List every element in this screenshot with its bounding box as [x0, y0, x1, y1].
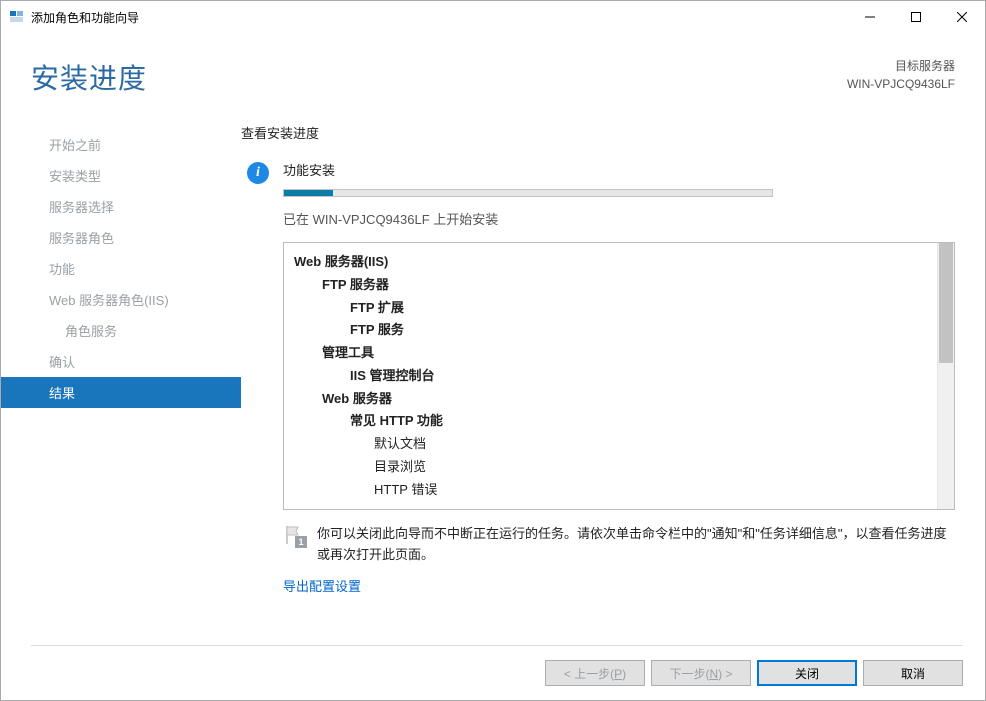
feature-item: Web 服务器	[294, 388, 944, 411]
page-title: 安装进度	[31, 57, 147, 97]
install-label: 功能安装	[283, 160, 955, 179]
feature-item: FTP 服务器	[294, 274, 944, 297]
info-icon: i	[247, 162, 269, 184]
scrollbar[interactable]	[937, 243, 954, 509]
sidebar-item-6[interactable]: 角色服务	[1, 315, 241, 346]
progress-bar	[283, 189, 773, 197]
page-header: 安装进度 目标服务器 WIN-VPJCQ9436LF	[1, 33, 985, 97]
sidebar-item-4[interactable]: 功能	[1, 253, 241, 284]
feature-item: 管理工具	[294, 342, 944, 365]
prev-label: < 上一步(P)	[564, 667, 626, 681]
feature-item: IIS 管理控制台	[294, 365, 944, 388]
sidebar-item-8: 结果	[1, 377, 241, 408]
hint-row: 1 你可以关闭此向导而不中断正在运行的任务。请依次单击命令栏中的"通知"和"任务…	[283, 524, 955, 566]
wizard-footer: < 上一步(P) 下一步(N) > 关闭 取消	[545, 660, 963, 686]
footer-separator	[31, 645, 963, 646]
section-title: 查看安装进度	[241, 123, 955, 142]
close-wizard-button[interactable]: 关闭	[757, 660, 857, 686]
app-icon	[9, 9, 25, 25]
prev-button: < 上一步(P)	[545, 660, 645, 686]
sidebar-item-7[interactable]: 确认	[1, 346, 241, 377]
feature-tree-box: Web 服务器(IIS)FTP 服务器FTP 扩展FTP 服务管理工具IIS 管…	[283, 242, 955, 510]
feature-item: Web 服务器(IIS)	[294, 251, 944, 274]
progress-fill	[284, 190, 333, 196]
destination-server: 目标服务器 WIN-VPJCQ9436LF	[847, 57, 955, 93]
title-bar: 添加角色和功能向导	[1, 1, 985, 33]
cancel-button[interactable]: 取消	[863, 660, 963, 686]
window-title: 添加角色和功能向导	[31, 9, 847, 26]
sidebar-item-2[interactable]: 服务器选择	[1, 191, 241, 222]
sidebar-item-0[interactable]: 开始之前	[1, 129, 241, 160]
export-config-link[interactable]: 导出配置设置	[283, 579, 361, 594]
sidebar-item-3[interactable]: 服务器角色	[1, 222, 241, 253]
install-body: 功能安装 已在 WIN-VPJCQ9436LF 上开始安装 Web 服务器(II…	[283, 160, 955, 595]
feature-item: 默认文档	[294, 433, 944, 456]
next-button: 下一步(N) >	[651, 660, 751, 686]
status-text: 已在 WIN-VPJCQ9436LF 上开始安装	[283, 209, 955, 228]
dest-server-name: WIN-VPJCQ9436LF	[847, 75, 955, 93]
flag-icon: 1	[283, 524, 305, 546]
window-controls	[847, 1, 985, 33]
wizard-sidebar: 开始之前安装类型服务器选择服务器角色功能Web 服务器角色(IIS)角色服务确认…	[1, 117, 241, 595]
feature-list: Web 服务器(IIS)FTP 服务器FTP 扩展FTP 服务管理工具IIS 管…	[284, 243, 954, 509]
sidebar-item-1[interactable]: 安装类型	[1, 160, 241, 191]
main-area: 开始之前安装类型服务器选择服务器角色功能Web 服务器角色(IIS)角色服务确认…	[1, 97, 985, 595]
minimize-button[interactable]	[847, 1, 893, 33]
maximize-button[interactable]	[893, 1, 939, 33]
feature-item: 常见 HTTP 功能	[294, 410, 944, 433]
next-label: 下一步(N) >	[669, 667, 732, 681]
flag-badge: 1	[295, 536, 307, 548]
feature-item: FTP 扩展	[294, 297, 944, 320]
scrollbar-thumb[interactable]	[939, 243, 953, 363]
content-area: 查看安装进度 i 功能安装 已在 WIN-VPJCQ9436LF 上开始安装 W…	[241, 117, 955, 595]
feature-item: 目录浏览	[294, 456, 944, 479]
close-button[interactable]	[939, 1, 985, 33]
feature-item: FTP 服务	[294, 319, 944, 342]
dest-label: 目标服务器	[847, 57, 955, 75]
install-row: i 功能安装 已在 WIN-VPJCQ9436LF 上开始安装 Web 服务器(…	[247, 160, 955, 595]
sidebar-item-5[interactable]: Web 服务器角色(IIS)	[1, 284, 241, 315]
feature-item: HTTP 错误	[294, 479, 944, 502]
hint-text: 你可以关闭此向导而不中断正在运行的任务。请依次单击命令栏中的"通知"和"任务详细…	[317, 524, 955, 566]
